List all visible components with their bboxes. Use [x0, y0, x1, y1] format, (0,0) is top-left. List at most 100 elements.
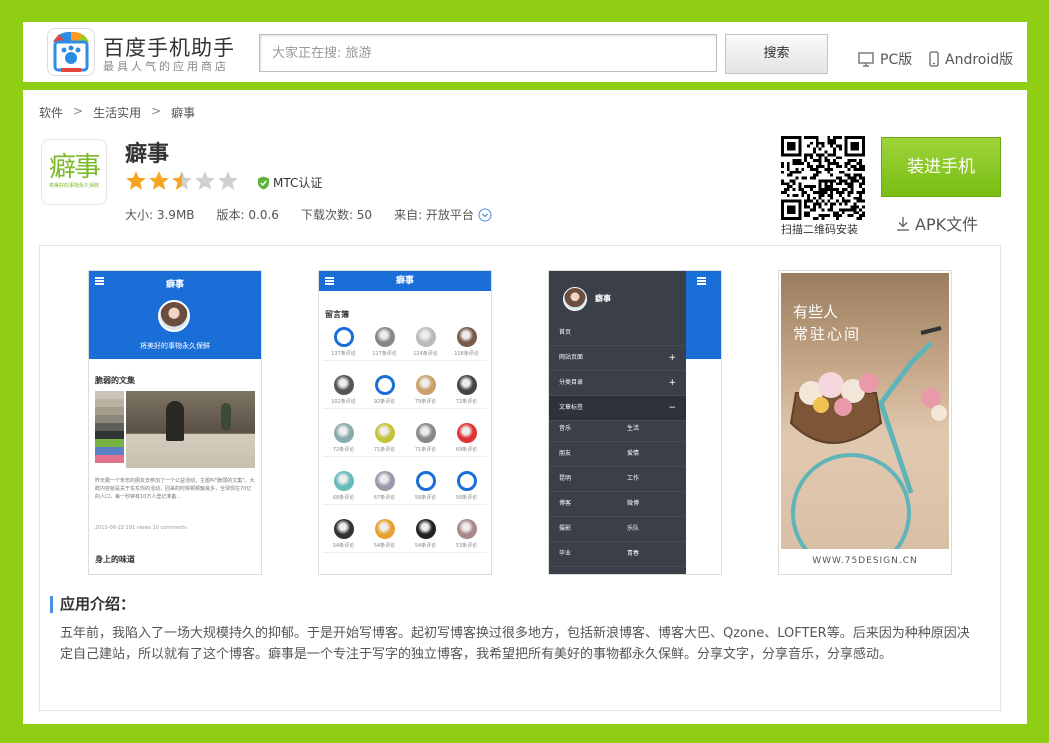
guestbook-entry[interactable]: 67条评论 — [364, 469, 405, 515]
guestbook-entry[interactable]: 79条评论 — [405, 373, 446, 419]
drawer-tag[interactable]: 游戏 — [617, 567, 685, 574]
guestbook-entry[interactable]: 71条评论 — [405, 421, 446, 467]
shot1-title: 癖事 — [165, 280, 184, 290]
screenshot-4[interactable]: 有些人 常驻心间 WWW.75DESIGN.CN — [778, 270, 952, 575]
guestbook-count: 58条评论 — [446, 494, 487, 505]
apk-download-link[interactable]: APK文件 — [896, 211, 978, 235]
guestbook-avatar — [374, 423, 395, 443]
drawer-tag[interactable]: 微博 — [617, 492, 685, 516]
guestbook-avatar — [456, 327, 477, 347]
app-name: 癖事 — [125, 142, 170, 167]
download-icon — [897, 216, 909, 231]
bicycle-illustration — [789, 326, 947, 549]
guestbook-entry[interactable]: 68条评论 — [323, 469, 364, 515]
guestbook-count: 71条评论 — [364, 446, 405, 457]
drawer-tag[interactable]: 昆明 — [549, 467, 617, 491]
drawer-tag[interactable]: 摄影 — [549, 517, 617, 541]
guestbook-entry[interactable]: 54条评论 — [405, 517, 446, 563]
drawer-tag[interactable]: 博客 — [549, 492, 617, 516]
drawer-tag-row: 音乐 生活 — [549, 417, 686, 442]
drawer-tag[interactable]: 广告 — [549, 567, 617, 574]
chevron-down-icon[interactable] — [478, 208, 492, 222]
screenshot-2[interactable]: 癖事 留言簿 137条评论 127条评论 124条评论 116条评论 102条评论 92条… — [318, 270, 492, 575]
breadcrumb-item-software[interactable]: 软件 — [39, 104, 63, 121]
drawer-tag[interactable]: 工作 — [617, 467, 685, 491]
app-icon: 癖事 将美好的事物永久保鲜 — [41, 139, 107, 205]
shot2-app-bar: 癖事 — [319, 271, 491, 291]
drawer-tag[interactable]: 朋友 — [549, 442, 617, 466]
shot2-title: 癖事 — [395, 276, 414, 286]
shot1-post2-title: 身上的味道 — [95, 555, 135, 564]
guestbook-count: 71条评论 — [405, 446, 446, 457]
pc-version-link[interactable]: PC版 — [858, 49, 912, 69]
star-icon — [172, 171, 192, 190]
shot1-slogan: 将美好的事物永久保鲜 — [140, 342, 210, 350]
screenshot-3[interactable]: 癖事 首页 网站页面 + 分类目录 + 文章标签 − 音乐 生活 朋友 爱情 昆明 工作 博客 微博 摄影乐… — [548, 270, 722, 575]
drawer-tag[interactable]: 乐队 — [617, 517, 685, 541]
menu-icon — [325, 277, 334, 285]
breadcrumb-item-category[interactable]: 生活实用 — [93, 104, 141, 121]
drawer-tag-row: 广告游戏 — [549, 567, 686, 574]
guestbook-count: 137条评论 — [323, 350, 364, 361]
drawer-tags: 音乐生活朋友爱情昆明工作博客微博摄影乐队毕业青春广告游戏 — [549, 417, 686, 574]
mtc-label: MTC认证 — [273, 176, 323, 190]
shot1-post-title: 脆弱的文集 — [95, 376, 135, 385]
guestbook-avatar — [456, 471, 477, 491]
guestbook-entry[interactable]: 72条评论 — [323, 421, 364, 467]
drawer-tag[interactable]: 青春 — [617, 542, 685, 566]
star-icon — [149, 171, 169, 190]
guestbook-entry[interactable]: 102条评论 — [323, 373, 364, 419]
guestbook-entry[interactable]: 116条评论 — [446, 325, 487, 371]
install-to-phone-button[interactable]: 装进手机 — [881, 137, 1001, 197]
drawer-tag[interactable]: 毕业 — [549, 542, 617, 566]
drawer-menu-item[interactable]: 分类目录 + — [549, 371, 686, 396]
guestbook-entry[interactable]: 69条评论 — [446, 421, 487, 467]
guestbook-entry[interactable]: 92条评论 — [364, 373, 405, 419]
drawer-tag[interactable]: 音乐 — [549, 417, 617, 441]
guestbook-entry[interactable]: 71条评论 — [364, 421, 405, 467]
guestbook-entry[interactable]: 58条评论 — [405, 469, 446, 515]
drawer-menu: 癖事 首页 网站页面 + 分类目录 + 文章标签 − 音乐 生活 朋友 爱情 昆明 工作 博客 微博 摄影乐… — [549, 271, 686, 574]
monitor-icon — [858, 51, 874, 67]
drawer-tag[interactable]: 爱情 — [617, 442, 685, 466]
apk-download-label: APK文件 — [915, 215, 979, 234]
drawer-menu-item[interactable]: 首页 — [549, 321, 686, 346]
app-source[interactable]: 来自: 开放平台 — [394, 206, 492, 223]
guestbook-avatar — [415, 423, 436, 443]
guestbook-count: 102条评论 — [323, 398, 364, 409]
shot1-post-meta: 2015-06-22 291 views 10 comments — [95, 525, 187, 531]
intro-text: 五年前，我陷入了一场大规模持久的抑郁。于是开始写博客。起初写博客换过很多地方，包… — [60, 626, 970, 662]
guestbook-count: 72条评论 — [323, 446, 364, 457]
guestbook-avatar — [374, 519, 395, 539]
guestbook-avatar — [333, 327, 354, 347]
guestbook-entry[interactable]: 127条评论 — [364, 325, 405, 371]
android-version-link[interactable]: Android版 — [929, 49, 1013, 69]
guestbook-entry[interactable]: 137条评论 — [323, 325, 364, 371]
guestbook-entry[interactable]: 124条评论 — [405, 325, 446, 371]
drawer-menu-item[interactable]: 网站页面 + — [549, 346, 686, 371]
guestbook-entry[interactable]: 53条评论 — [446, 517, 487, 563]
drawer-tag-row: 摄影 乐队 — [549, 517, 686, 542]
avatar — [158, 300, 190, 332]
guestbook-entry[interactable]: 54条评论 — [323, 517, 364, 563]
search-input[interactable]: 大家正在搜: 旅游 — [259, 34, 717, 72]
guestbook-entry[interactable]: 54条评论 — [364, 517, 405, 563]
mtc-badge: MTC认证 — [257, 174, 322, 191]
app-source-label: 来自: 开放平台 — [394, 208, 474, 222]
guestbook-entry[interactable]: 72条评论 — [446, 373, 487, 419]
header: 百度手机助手 最具人气的应用商店 大家正在搜: 旅游 搜索 PC版 Androi… — [23, 22, 1027, 82]
star-icon — [195, 171, 215, 190]
drawer-tag-row: 昆明 工作 — [549, 467, 686, 492]
guestbook-count: 54条评论 — [323, 542, 364, 553]
menu-icon — [697, 277, 706, 285]
app-version: 版本: 0.0.6 — [216, 208, 279, 222]
search-button[interactable]: 搜索 — [725, 34, 828, 74]
guestbook-count: 79条评论 — [405, 398, 446, 409]
screenshot-1[interactable]: 癖事 将美好的事物永久保鲜 脆弱的文集 昨天跟一个朱忠的朋友去参加了一个公益活动… — [88, 270, 262, 575]
guestbook-avatar — [374, 471, 395, 491]
guestbook-entry[interactable]: 58条评论 — [446, 469, 487, 515]
guestbook-count: 124条评论 — [405, 350, 446, 361]
baidu-logo[interactable] — [47, 28, 95, 76]
drawer-tag[interactable]: 生活 — [617, 417, 685, 441]
app-downloads: 下载次数: 50 — [300, 208, 373, 222]
